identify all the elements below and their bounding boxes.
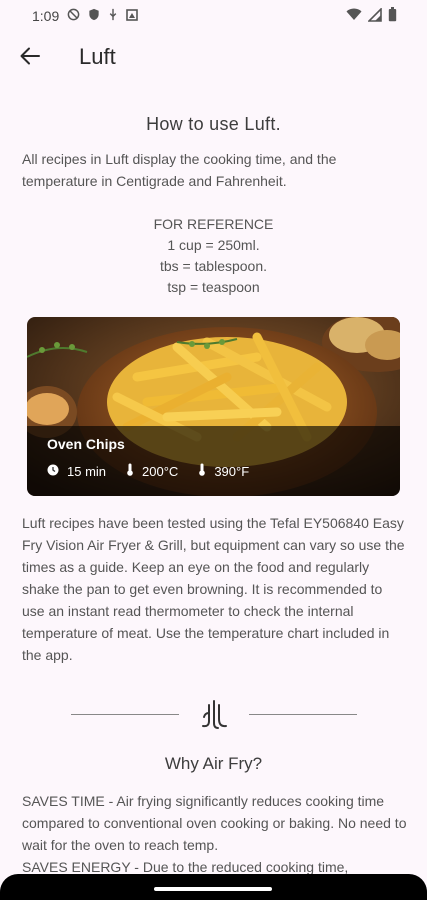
temp-celsius-value: 200°C [142, 463, 179, 479]
no-disturb-icon [67, 8, 80, 24]
reference-heading: FOR REFERENCE [153, 216, 274, 232]
recipe-card[interactable]: Oven Chips 15 min 200°C 390°F [27, 317, 400, 496]
reference-block: FOR REFERENCE 1 cup = 250ml. tbs = table… [0, 214, 427, 298]
status-time: 1:09 [32, 8, 60, 24]
how-to-title: How to use Luft. [146, 114, 281, 134]
temp-fahrenheit: 390°F [198, 463, 249, 479]
reference-line: 1 cup = 250ml. [167, 237, 260, 253]
reference-line: tsp = teaspoon [167, 279, 260, 295]
thermometer-icon [126, 463, 134, 479]
saves-time-text: SAVES TIME - Air frying significantly re… [22, 793, 407, 853]
screenshot-icon [126, 8, 139, 24]
status-left: 1:09 [32, 8, 139, 24]
signal-icon [367, 6, 382, 25]
battery-icon [388, 7, 397, 25]
status-bar: 1:09 [0, 0, 427, 32]
temp-celsius: 200°C [126, 463, 178, 479]
usb-icon [108, 8, 118, 24]
description-text: Luft recipes have been tested using the … [22, 515, 405, 663]
divider-line-left [71, 714, 179, 715]
shield-icon [88, 8, 100, 24]
arrow-left-icon [20, 47, 40, 70]
card-overlay: Oven Chips 15 min 200°C 390°F [27, 426, 400, 496]
wifi-icon [346, 8, 362, 24]
why-title: Why Air Fry? [164, 754, 263, 773]
intro-text: All recipes in Luft display the cooking … [22, 151, 337, 189]
status-right [346, 6, 397, 25]
temp-fahrenheit-value: 390°F [214, 463, 250, 479]
divider [0, 697, 427, 733]
why-text: SAVES TIME - Air frying significantly re… [22, 790, 407, 878]
app-bar: Luft [0, 32, 427, 84]
divider-line-right [249, 714, 357, 715]
home-indicator[interactable] [154, 887, 272, 891]
reference-line: tbs = tablespoon. [159, 258, 268, 274]
luft-logo-icon [199, 699, 229, 736]
cook-time-value: 15 min [67, 463, 107, 479]
recipe-meta: 15 min 200°C 390°F [47, 463, 249, 479]
back-button[interactable] [16, 44, 44, 72]
clock-icon [47, 464, 59, 479]
thermometer-icon [198, 463, 206, 479]
page-title: Luft [79, 44, 116, 69]
navigation-bar [0, 874, 427, 900]
recipe-title: Oven Chips [47, 436, 125, 452]
cook-time: 15 min [47, 463, 106, 479]
